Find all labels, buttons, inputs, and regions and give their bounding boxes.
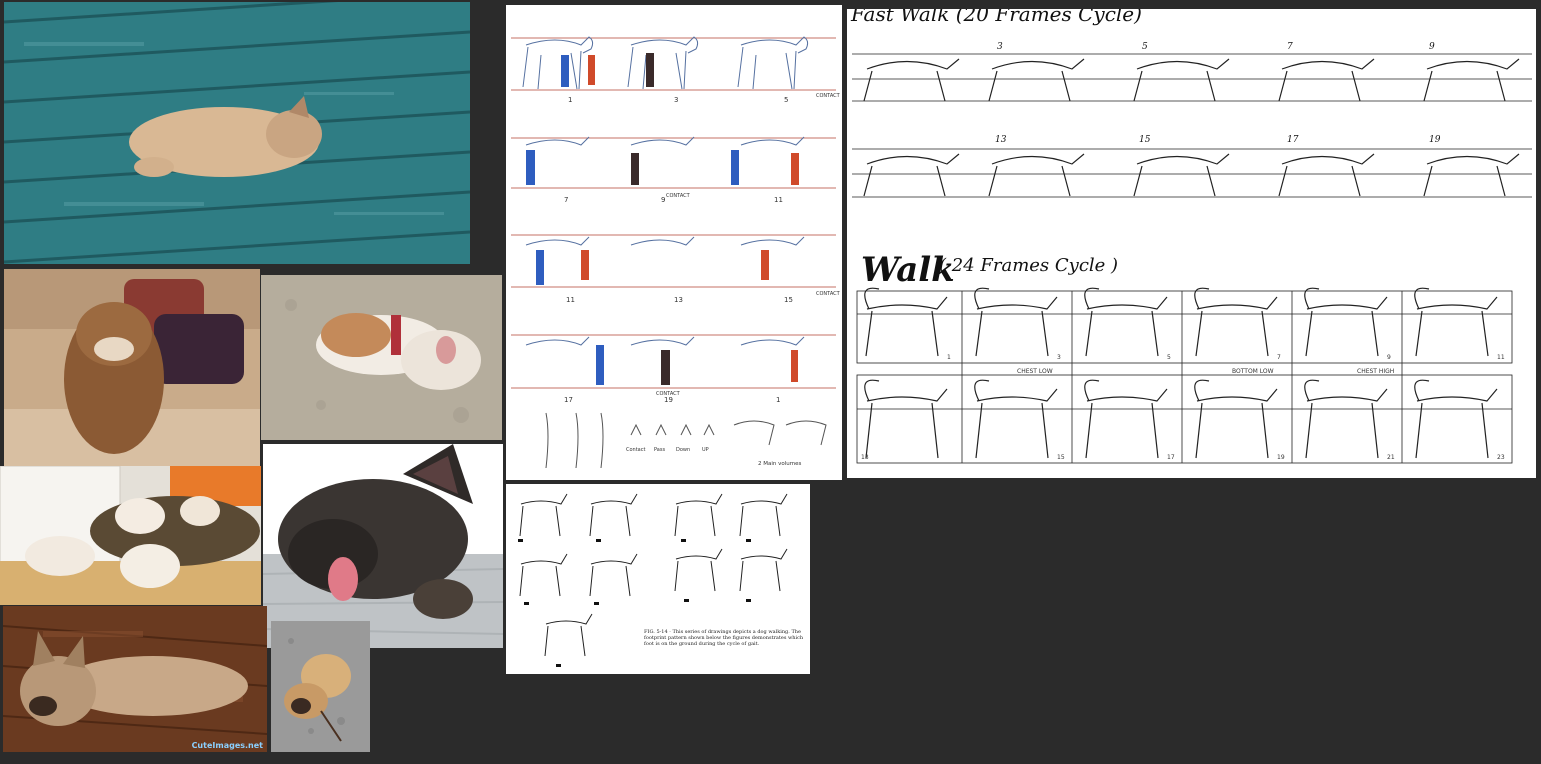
contact-label: CONTACT bbox=[816, 93, 841, 99]
frame-num: 7 bbox=[564, 196, 568, 204]
photo-couch-bulldog[interactable] bbox=[4, 269, 260, 471]
frame-num: 17 bbox=[1167, 454, 1175, 461]
frame-num: 1 bbox=[776, 396, 780, 404]
frame-num: 11 bbox=[774, 196, 783, 204]
photo-puppies-bed[interactable] bbox=[0, 466, 261, 605]
legend-contact: Contact bbox=[626, 447, 645, 453]
frame-num: 11 bbox=[566, 296, 575, 304]
boxer-caption: FIG. 5-14 · This series of drawings depi… bbox=[644, 629, 804, 647]
frame-num: 17 bbox=[1287, 135, 1299, 145]
legend-down: Down bbox=[676, 447, 690, 453]
frame-num: 13 bbox=[995, 135, 1007, 145]
photo-wood-floor-frenchie[interactable]: CuteImages.net bbox=[3, 606, 267, 752]
photo-brindle-frenchie-tongue[interactable] bbox=[263, 444, 503, 648]
frame-num: 19 bbox=[664, 396, 673, 404]
frame-num: 11 bbox=[1497, 354, 1505, 361]
pose-label: BOTTOM LOW bbox=[1232, 368, 1274, 375]
frame-num: 5 bbox=[784, 96, 788, 104]
contact-label: CONTACT bbox=[816, 291, 841, 297]
frame-num: 9 bbox=[1387, 354, 1391, 361]
frame-num: 13 bbox=[861, 454, 869, 461]
frame-num: 5 bbox=[1142, 42, 1148, 52]
frame-num: 7 bbox=[1287, 42, 1293, 52]
walk-cycle-color-sheet[interactable]: 1 3 5 CONTACT 7 9 11 CONTACT 11 13 15 CO… bbox=[506, 5, 842, 480]
photo-teal-deck-frenchie[interactable] bbox=[4, 2, 470, 264]
pose-label: CHEST LOW bbox=[1017, 368, 1053, 375]
frame-num: 9 bbox=[1429, 42, 1435, 52]
photo-carpet-bulldog[interactable] bbox=[261, 275, 502, 440]
frame-num: 19 bbox=[1277, 454, 1285, 461]
frame-num: 21 bbox=[1387, 454, 1395, 461]
frame-num: 5 bbox=[1167, 354, 1171, 361]
fast-walk-title: Fast Walk (20 Frames Cycle) bbox=[850, 9, 1142, 26]
frame-num: 17 bbox=[564, 396, 573, 404]
frame-num: 3 bbox=[674, 96, 678, 104]
frame-num: 3 bbox=[997, 42, 1003, 52]
frame-num: 3 bbox=[1057, 354, 1061, 361]
frame-num: 9 bbox=[661, 196, 665, 204]
frame-num: 15 bbox=[784, 296, 793, 304]
pose-label: CHEST HIGH bbox=[1357, 368, 1394, 375]
walk-subtitle: ( 24 Frames Cycle ) bbox=[939, 255, 1118, 276]
frame-num: 15 bbox=[1139, 135, 1151, 145]
legend-pass: Pass bbox=[654, 447, 665, 453]
wolf-walk-sheet[interactable]: Fast Walk (20 Frames Cycle) 3 5 7 9 13 1… bbox=[847, 9, 1536, 478]
contact-label: CONTACT bbox=[656, 391, 681, 397]
frame-num: 1 bbox=[947, 354, 951, 361]
frame-num: 1 bbox=[568, 96, 572, 104]
legend-up: UP bbox=[702, 447, 709, 453]
photo-pug-floor[interactable] bbox=[271, 621, 370, 752]
frame-num: 23 bbox=[1497, 454, 1505, 461]
sheet-footer: 2 Main volumes bbox=[758, 461, 802, 467]
frame-num: 7 bbox=[1277, 354, 1281, 361]
frame-num: 13 bbox=[674, 296, 683, 304]
frame-num: 19 bbox=[1429, 135, 1441, 145]
watermark-text: CuteImages.net bbox=[191, 741, 263, 750]
contact-label: CONTACT bbox=[666, 193, 691, 199]
frame-num: 15 bbox=[1057, 454, 1065, 461]
boxer-walk-sheet[interactable]: FIG. 5-14 · This series of drawings depi… bbox=[506, 484, 810, 674]
